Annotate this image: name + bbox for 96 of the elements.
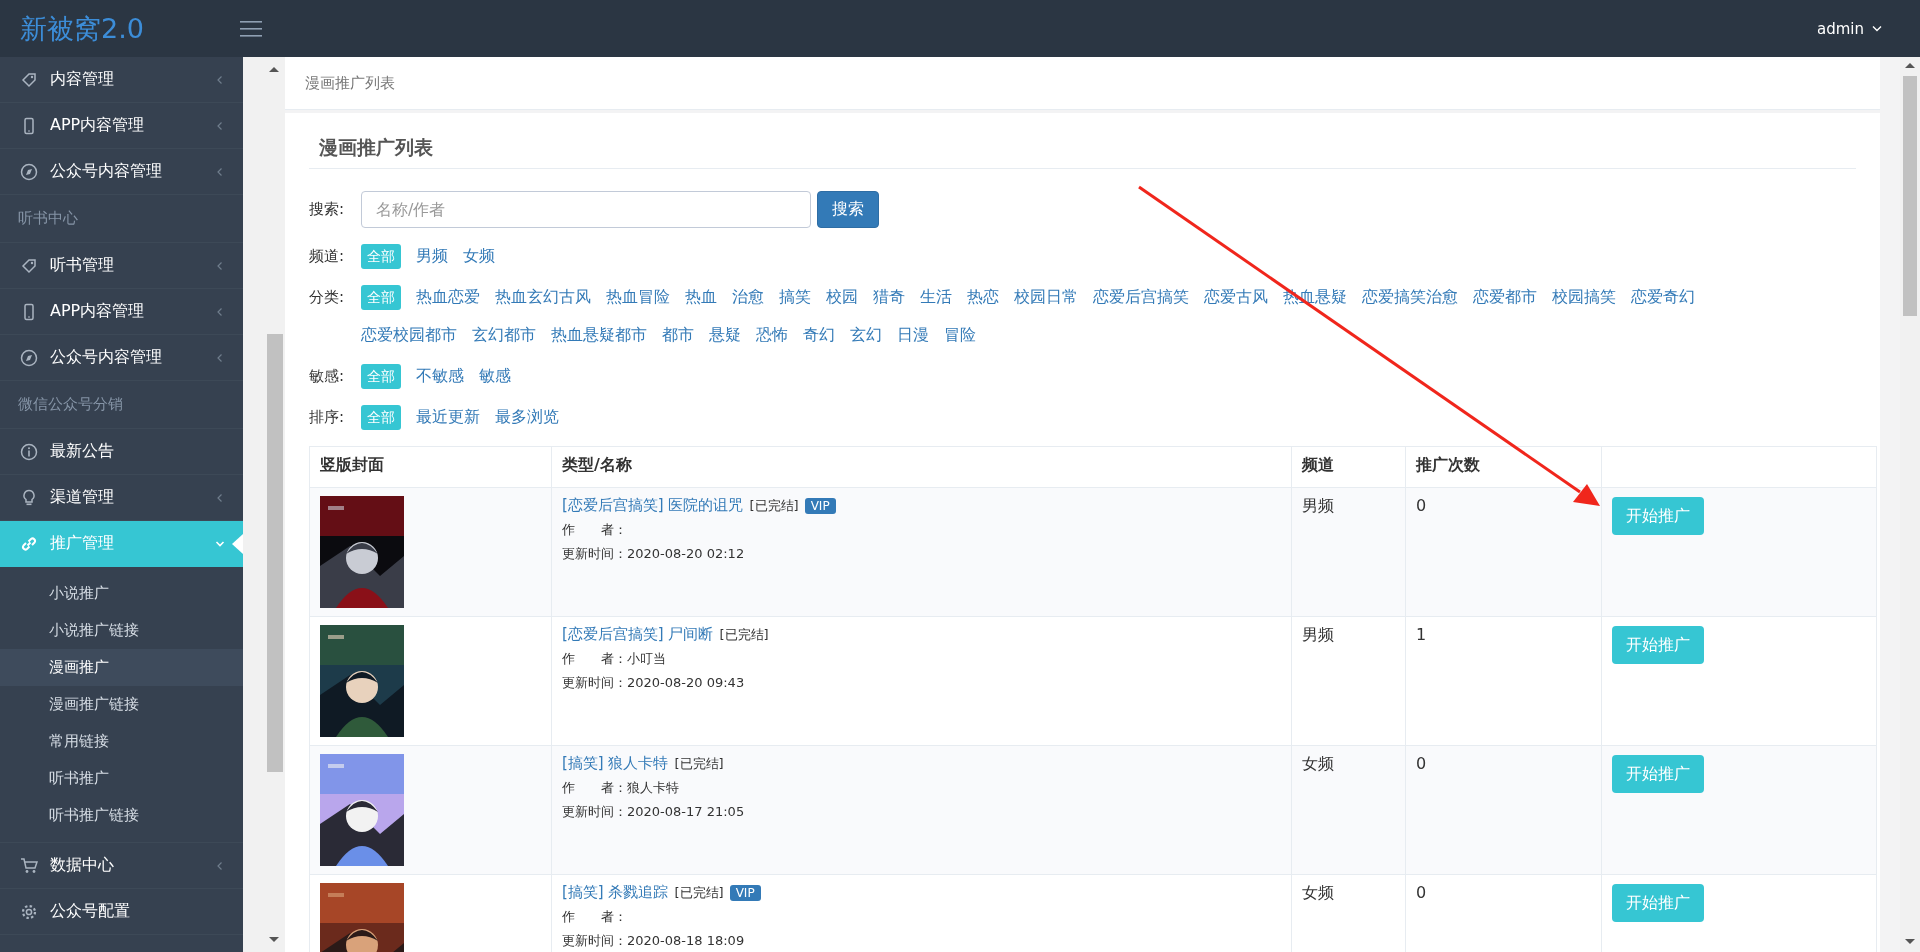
filter-link[interactable]: 玄幻 <box>850 322 882 348</box>
filter-link[interactable]: 都市 <box>662 322 694 348</box>
status-text: [已完结] <box>674 754 724 773</box>
compass-icon <box>20 162 38 181</box>
tag-icon <box>20 70 38 89</box>
search-label: 搜索: <box>309 199 346 219</box>
filter-link[interactable]: 男频 <box>416 243 448 269</box>
search-button[interactable]: 搜索 <box>817 190 879 228</box>
update-time: 更新时间：2020-08-17 21:05 <box>562 803 746 821</box>
caret-icon <box>1872 25 1882 32</box>
status-text: [已完结] <box>674 883 724 902</box>
compass-icon <box>20 348 38 367</box>
filter-link[interactable]: 最多浏览 <box>495 404 559 430</box>
author-text: 作 者： <box>562 908 628 926</box>
title-link[interactable]: [恋爱后宫搞笑] 医院的诅咒 <box>562 496 744 515</box>
filter-link[interactable]: 热血 <box>685 284 717 310</box>
filter-link[interactable]: 恐怖 <box>756 322 788 348</box>
filter-label: 排序: <box>309 407 346 428</box>
filter-link[interactable]: 敏感 <box>479 363 511 389</box>
filter-link[interactable]: 冒险 <box>944 322 976 348</box>
search-field[interactable]: 名称/作者 <box>361 190 811 228</box>
filter-link[interactable]: 恋爱校园都市 <box>361 322 457 348</box>
sidebar-subitem[interactable]: 小说推广链接 <box>0 612 243 649</box>
table-cell: 0 <box>1405 745 1602 875</box>
filter-link[interactable]: 治愈 <box>732 284 764 310</box>
filter-label: 敏感: <box>309 366 346 387</box>
title-link[interactable]: [恋爱后宫搞笑] 尸间断 <box>562 625 714 644</box>
lightbulb-icon <box>20 488 38 507</box>
table-cell: 男频 <box>1291 487 1406 617</box>
author-text: 作 者：狼人卡特 <box>562 779 680 797</box>
sidebar-subitem[interactable]: 听书推广 <box>0 760 243 797</box>
filter-label: 分类: <box>309 287 346 308</box>
filter-link[interactable]: 猎奇 <box>873 284 905 310</box>
filter-link[interactable]: 热血玄幻古风 <box>495 284 591 310</box>
filter-link[interactable]: 恋爱奇幻 <box>1631 284 1695 310</box>
filter-link[interactable]: 生活 <box>920 284 952 310</box>
filter-link[interactable]: 搞笑 <box>779 284 811 310</box>
filter-link[interactable]: 玄幻都市 <box>472 322 536 348</box>
author-text: 作 者： <box>562 521 628 539</box>
table-cell: 0 <box>1405 487 1602 617</box>
author-text: 作 者：小叮当 <box>562 650 667 668</box>
filter-link[interactable]: 热血悬疑都市 <box>551 322 647 348</box>
status-text: [已完结] <box>749 496 799 515</box>
table-cell: 男频 <box>1291 616 1406 746</box>
filter-link[interactable]: 不敏感 <box>416 363 464 389</box>
table-cell: 1 <box>1405 616 1602 746</box>
filter-link[interactable]: 热恋 <box>967 284 999 310</box>
filter-link[interactable]: 校园搞笑 <box>1552 284 1616 310</box>
filter-link[interactable]: 热血冒险 <box>606 284 670 310</box>
sidebar-subitem[interactable]: 听书推广链接 <box>0 797 243 834</box>
column-header: 类型/名称 <box>551 446 1292 488</box>
info-icon <box>20 442 38 461</box>
sidebar-subitem[interactable]: 漫画推广 <box>0 649 243 686</box>
scrollbar-thumb[interactable] <box>267 334 283 772</box>
filter-link[interactable]: 恋爱搞笑治愈 <box>1362 284 1458 310</box>
sidebar-subitem[interactable]: 漫画推广链接 <box>0 686 243 723</box>
filter-link[interactable]: 最近更新 <box>416 404 480 430</box>
user-menu[interactable]: admin <box>1817 19 1882 38</box>
title-link[interactable]: [搞笑] 狼人卡特 <box>562 754 669 773</box>
vip-badge: VIP <box>729 884 761 901</box>
filter-link[interactable]: 校园 <box>826 284 858 310</box>
status-text: [已完结] <box>719 625 769 644</box>
filter-link[interactable]: 日漫 <box>897 322 929 348</box>
link-icon <box>20 534 38 553</box>
column-header: 竖版封面 <box>309 446 552 488</box>
panel-title: 漫画推广列表 <box>309 113 1856 169</box>
tag-icon <box>20 256 38 275</box>
filter-link[interactable]: 恋爱古风 <box>1204 284 1268 310</box>
filter-link[interactable]: 悬疑 <box>709 322 741 348</box>
title-link[interactable]: [搞笑] 杀戮追踪 <box>562 883 669 902</box>
sidebar-subitem[interactable]: 常用链接 <box>0 723 243 760</box>
update-time: 更新时间：2020-08-20 09:43 <box>562 674 746 692</box>
update-time: 更新时间：2020-08-20 02:12 <box>562 545 746 563</box>
sidebar-subitem[interactable]: 小说推广 <box>0 575 243 612</box>
scroll-up-arrow[interactable] <box>269 67 279 72</box>
filter-link[interactable]: 恋爱后宫搞笑 <box>1093 284 1189 310</box>
scroll-up-arrow[interactable] <box>1905 63 1915 68</box>
vip-badge: VIP <box>804 497 836 514</box>
logo[interactable]: 新被窝2.0 <box>0 10 220 47</box>
cart-icon <box>20 856 38 875</box>
filter-link[interactable]: 热血恋爱 <box>416 284 480 310</box>
filter-label: 频道: <box>309 246 346 267</box>
menu-icon[interactable] <box>240 20 262 37</box>
breadcrumb: 漫画推广列表 <box>305 73 395 93</box>
filter-link[interactable]: 女频 <box>463 243 495 269</box>
filter-link[interactable]: 恋爱都市 <box>1473 284 1537 310</box>
scroll-down-arrow[interactable] <box>269 937 279 942</box>
column-header: 频道 <box>1291 446 1406 488</box>
scroll-down-arrow[interactable] <box>1905 939 1915 944</box>
filter-link[interactable]: 校园日常 <box>1014 284 1078 310</box>
gear-icon <box>20 902 38 921</box>
filter-link[interactable]: 奇幻 <box>803 322 835 348</box>
scrollbar-thumb[interactable] <box>1903 76 1917 316</box>
column-header: 推广次数 <box>1405 446 1602 488</box>
table-cell: 女频 <box>1291 745 1406 875</box>
update-time: 更新时间：2020-08-18 18:09 <box>562 932 746 950</box>
